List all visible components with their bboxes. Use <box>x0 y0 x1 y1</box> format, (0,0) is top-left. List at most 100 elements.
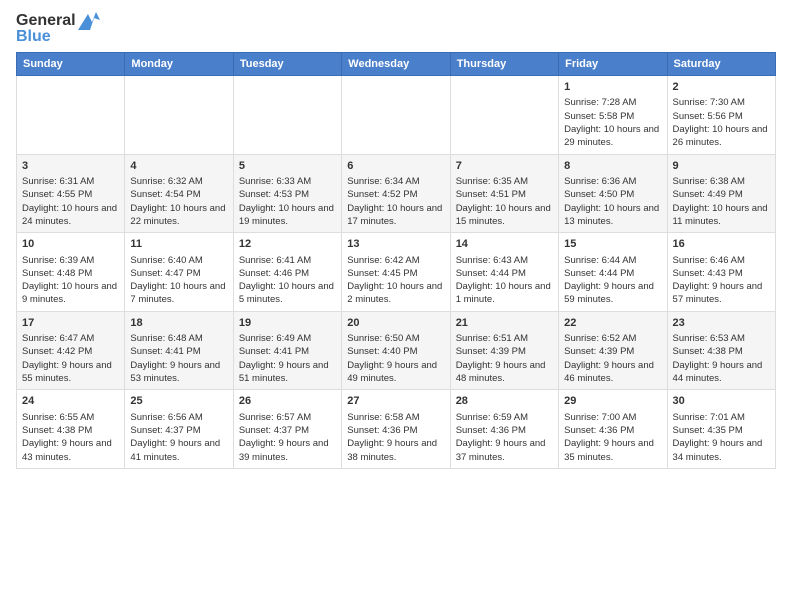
day-info: Sunrise: 6:42 AM Sunset: 4:45 PM Dayligh… <box>347 255 442 306</box>
day-info: Sunrise: 6:35 AM Sunset: 4:51 PM Dayligh… <box>456 176 551 227</box>
day-number: 5 <box>239 159 336 174</box>
day-number: 1 <box>564 80 661 95</box>
cell-w5-d7: 30 Sunrise: 7:01 AM Sunset: 4:35 PM Dayli… <box>667 390 775 469</box>
cell-w4-d7: 23 Sunrise: 6:53 AM Sunset: 4:38 PM Dayli… <box>667 311 775 390</box>
day-info: Sunrise: 6:52 AM Sunset: 4:39 PM Dayligh… <box>564 333 654 384</box>
day-info: Sunrise: 6:32 AM Sunset: 4:54 PM Dayligh… <box>130 176 225 227</box>
day-info: Sunrise: 6:55 AM Sunset: 4:38 PM Dayligh… <box>22 412 112 463</box>
cell-w2-d5: 7Sunrise: 6:35 AM Sunset: 4:51 PM Daylig… <box>450 154 558 233</box>
day-number: 21 <box>456 316 553 331</box>
day-number: 3 <box>22 159 119 174</box>
cell-w2-d4: 6 Sunrise: 6:34 AM Sunset: 4:52 PM Daylig… <box>342 154 450 233</box>
header-sunday: Sunday <box>17 53 125 76</box>
day-info: Sunrise: 6:41 AM Sunset: 4:46 PM Dayligh… <box>239 255 334 306</box>
day-number: 19 <box>239 316 336 331</box>
logo: General Blue <box>16 12 100 46</box>
day-number: 27 <box>347 394 444 409</box>
day-number: 26 <box>239 394 336 409</box>
cell-w3-d4: 13 Sunrise: 6:42 AM Sunset: 4:45 PM Dayli… <box>342 233 450 312</box>
cell-w5-d5: 28 Sunrise: 6:59 AM Sunset: 4:36 PM Dayli… <box>450 390 558 469</box>
week-row-3: 10 Sunrise: 6:39 AM Sunset: 4:48 PM Dayli… <box>17 233 776 312</box>
cell-w4-d2: 18 Sunrise: 6:48 AM Sunset: 4:41 PM Dayli… <box>125 311 233 390</box>
header-tuesday: Tuesday <box>233 53 341 76</box>
day-info: Sunrise: 6:46 AM Sunset: 4:43 PM Dayligh… <box>673 255 763 306</box>
day-info: Sunrise: 6:44 AM Sunset: 4:44 PM Dayligh… <box>564 255 654 306</box>
cell-w4-d4: 20 Sunrise: 6:50 AM Sunset: 4:40 PM Dayli… <box>342 311 450 390</box>
day-info: Sunrise: 6:36 AM Sunset: 4:50 PM Dayligh… <box>564 176 659 227</box>
cell-w1-d1 <box>17 76 125 155</box>
header-saturday: Saturday <box>667 53 775 76</box>
header: General Blue <box>16 12 776 46</box>
day-info: Sunrise: 6:43 AM Sunset: 4:44 PM Dayligh… <box>456 255 551 306</box>
header-friday: Friday <box>559 53 667 76</box>
day-number: 12 <box>239 237 336 252</box>
day-info: Sunrise: 6:59 AM Sunset: 4:36 PM Dayligh… <box>456 412 546 463</box>
cell-w5-d3: 26 Sunrise: 6:57 AM Sunset: 4:37 PM Dayli… <box>233 390 341 469</box>
day-info: Sunrise: 6:57 AM Sunset: 4:37 PM Dayligh… <box>239 412 329 463</box>
day-number: 6 <box>347 159 444 174</box>
cell-w5-d6: 29Sunrise: 7:00 AM Sunset: 4:36 PM Dayli… <box>559 390 667 469</box>
day-number: 28 <box>456 394 553 409</box>
header-wednesday: Wednesday <box>342 53 450 76</box>
day-number: 13 <box>347 237 444 252</box>
cell-w1-d5 <box>450 76 558 155</box>
day-info: Sunrise: 6:49 AM Sunset: 4:41 PM Dayligh… <box>239 333 329 384</box>
cell-w1-d7: 2Sunrise: 7:30 AM Sunset: 5:56 PM Daylig… <box>667 76 775 155</box>
day-number: 20 <box>347 316 444 331</box>
cell-w3-d2: 11Sunrise: 6:40 AM Sunset: 4:47 PM Dayli… <box>125 233 233 312</box>
week-row-4: 17 Sunrise: 6:47 AM Sunset: 4:42 PM Dayli… <box>17 311 776 390</box>
calendar-header-row: SundayMondayTuesdayWednesdayThursdayFrid… <box>17 53 776 76</box>
cell-w4-d5: 21 Sunrise: 6:51 AM Sunset: 4:39 PM Dayli… <box>450 311 558 390</box>
header-monday: Monday <box>125 53 233 76</box>
day-info: Sunrise: 6:38 AM Sunset: 4:49 PM Dayligh… <box>673 176 768 227</box>
week-row-2: 3 Sunrise: 6:31 AM Sunset: 4:55 PM Daylig… <box>17 154 776 233</box>
day-info: Sunrise: 6:47 AM Sunset: 4:42 PM Dayligh… <box>22 333 112 384</box>
cell-w4-d6: 22Sunrise: 6:52 AM Sunset: 4:39 PM Dayli… <box>559 311 667 390</box>
cell-w5-d2: 25 Sunrise: 6:56 AM Sunset: 4:37 PM Dayli… <box>125 390 233 469</box>
day-number: 4 <box>130 159 227 174</box>
day-number: 16 <box>673 237 770 252</box>
cell-w4-d1: 17 Sunrise: 6:47 AM Sunset: 4:42 PM Dayli… <box>17 311 125 390</box>
cell-w2-d6: 8Sunrise: 6:36 AM Sunset: 4:50 PM Daylig… <box>559 154 667 233</box>
cell-w2-d1: 3 Sunrise: 6:31 AM Sunset: 4:55 PM Daylig… <box>17 154 125 233</box>
cell-w3-d3: 12 Sunrise: 6:41 AM Sunset: 4:46 PM Dayli… <box>233 233 341 312</box>
cell-w2-d7: 9 Sunrise: 6:38 AM Sunset: 4:49 PM Daylig… <box>667 154 775 233</box>
day-info: Sunrise: 6:31 AM Sunset: 4:55 PM Dayligh… <box>22 176 117 227</box>
day-info: Sunrise: 6:53 AM Sunset: 4:38 PM Dayligh… <box>673 333 763 384</box>
day-number: 9 <box>673 159 770 174</box>
day-number: 18 <box>130 316 227 331</box>
page: General Blue SundayMondayTuesdayWednesda… <box>0 0 792 612</box>
cell-w1-d4 <box>342 76 450 155</box>
cell-w4-d3: 19 Sunrise: 6:49 AM Sunset: 4:41 PM Dayli… <box>233 311 341 390</box>
cell-w1-d3 <box>233 76 341 155</box>
day-info: Sunrise: 6:34 AM Sunset: 4:52 PM Dayligh… <box>347 176 442 227</box>
calendar-body: 1Sunrise: 7:28 AM Sunset: 5:58 PM Daylig… <box>17 76 776 469</box>
day-info: Sunrise: 6:51 AM Sunset: 4:39 PM Dayligh… <box>456 333 546 384</box>
day-number: 30 <box>673 394 770 409</box>
cell-w1-d6: 1Sunrise: 7:28 AM Sunset: 5:58 PM Daylig… <box>559 76 667 155</box>
cell-w2-d3: 5Sunrise: 6:33 AM Sunset: 4:53 PM Daylig… <box>233 154 341 233</box>
day-info: Sunrise: 6:50 AM Sunset: 4:40 PM Dayligh… <box>347 333 437 384</box>
cell-w3-d7: 16 Sunrise: 6:46 AM Sunset: 4:43 PM Dayli… <box>667 233 775 312</box>
cell-w5-d4: 27Sunrise: 6:58 AM Sunset: 4:36 PM Dayli… <box>342 390 450 469</box>
logo-bird-icon <box>78 12 100 30</box>
day-number: 24 <box>22 394 119 409</box>
day-number: 15 <box>564 237 661 252</box>
cell-w2-d2: 4 Sunrise: 6:32 AM Sunset: 4:54 PM Daylig… <box>125 154 233 233</box>
day-info: Sunrise: 6:56 AM Sunset: 4:37 PM Dayligh… <box>130 412 220 463</box>
cell-w5-d1: 24 Sunrise: 6:55 AM Sunset: 4:38 PM Dayli… <box>17 390 125 469</box>
day-info: Sunrise: 6:48 AM Sunset: 4:41 PM Dayligh… <box>130 333 220 384</box>
day-info: Sunrise: 7:01 AM Sunset: 4:35 PM Dayligh… <box>673 412 763 463</box>
day-number: 14 <box>456 237 553 252</box>
cell-w3-d6: 15 Sunrise: 6:44 AM Sunset: 4:44 PM Dayli… <box>559 233 667 312</box>
day-number: 10 <box>22 237 119 252</box>
week-row-1: 1Sunrise: 7:28 AM Sunset: 5:58 PM Daylig… <box>17 76 776 155</box>
day-info: Sunrise: 7:00 AM Sunset: 4:36 PM Dayligh… <box>564 412 654 463</box>
cell-w1-d2 <box>125 76 233 155</box>
day-number: 23 <box>673 316 770 331</box>
day-number: 25 <box>130 394 227 409</box>
day-info: Sunrise: 6:39 AM Sunset: 4:48 PM Dayligh… <box>22 255 117 306</box>
week-row-5: 24 Sunrise: 6:55 AM Sunset: 4:38 PM Dayli… <box>17 390 776 469</box>
day-number: 17 <box>22 316 119 331</box>
cell-w3-d5: 14 Sunrise: 6:43 AM Sunset: 4:44 PM Dayli… <box>450 233 558 312</box>
